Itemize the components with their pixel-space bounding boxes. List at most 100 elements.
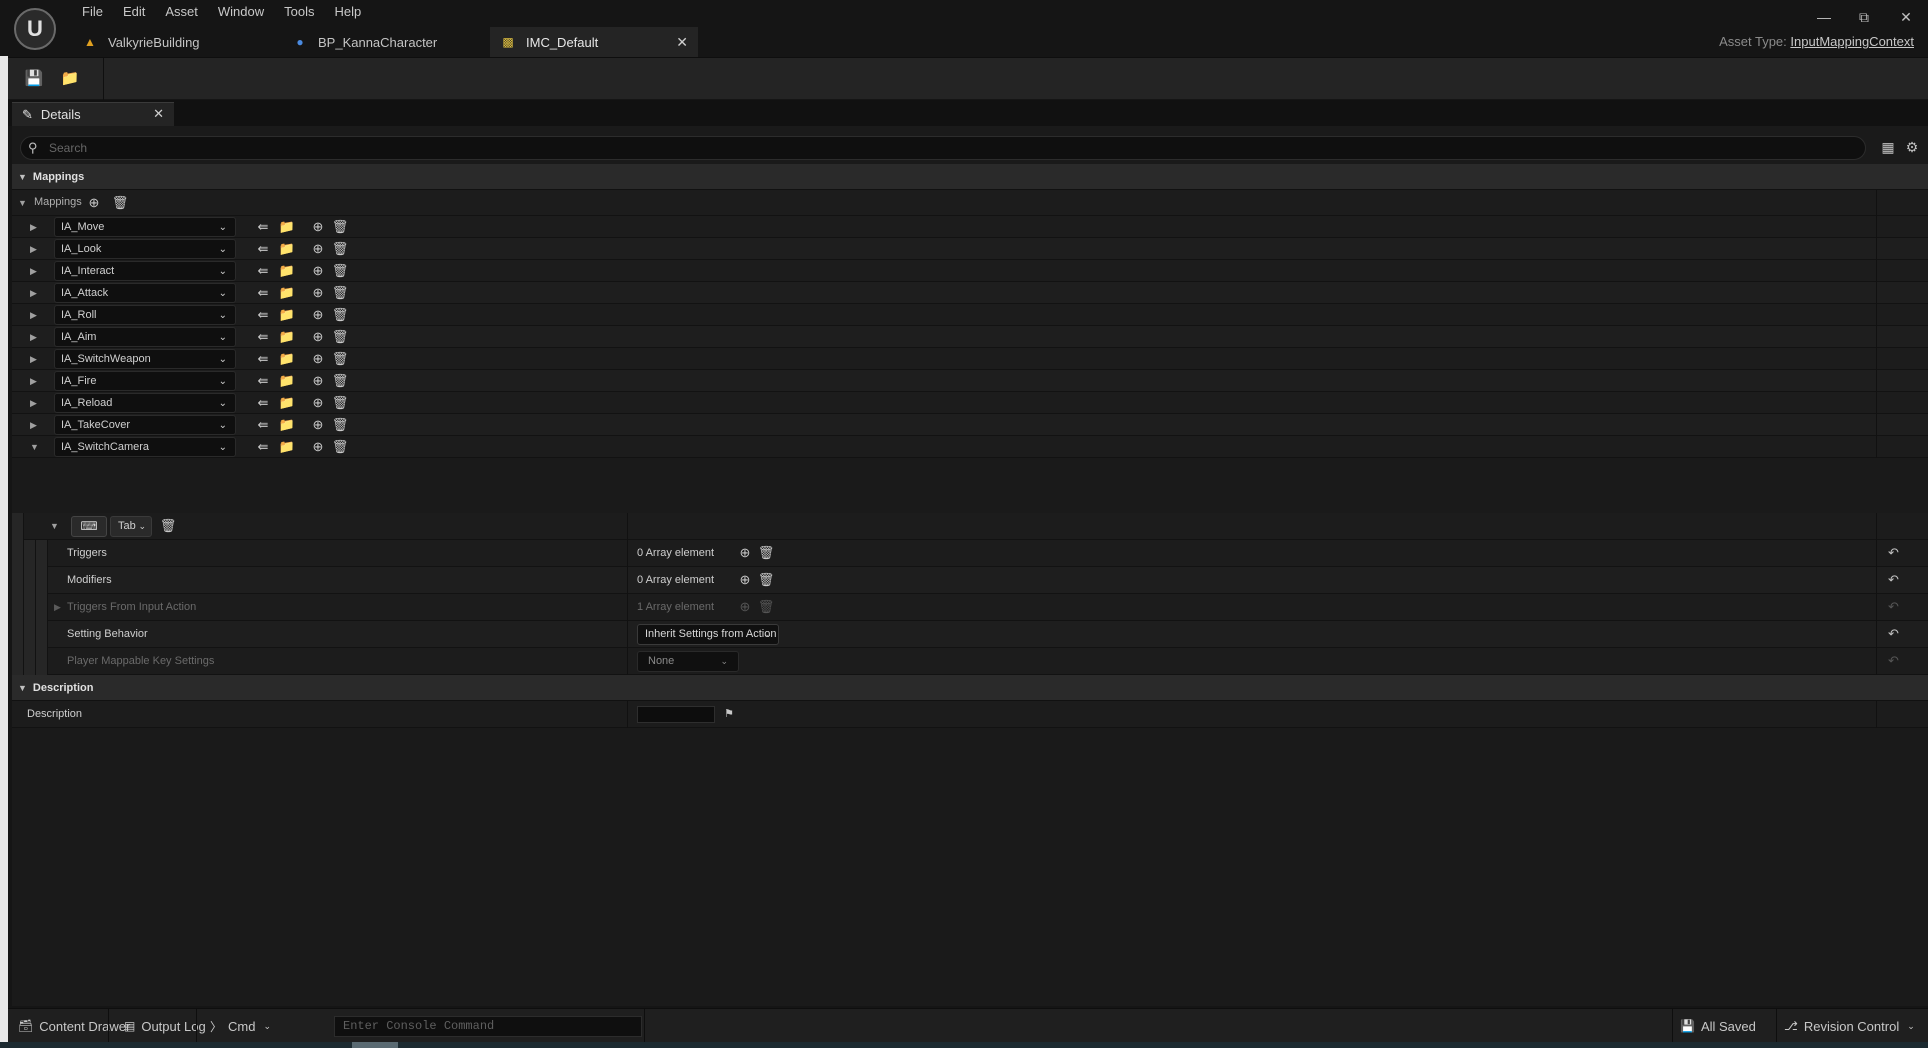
expand-icon[interactable]: ▶ xyxy=(30,310,37,321)
player-mappable-dropdown[interactable]: None ⌄ xyxy=(637,651,739,672)
expand-icon[interactable]: ▶ xyxy=(30,354,37,365)
description-section-header[interactable]: ▼ Description xyxy=(12,675,1928,701)
add-mapping-icon[interactable]: ⊕ xyxy=(85,194,103,212)
expand-icon[interactable]: ▶ xyxy=(54,602,61,613)
expand-icon[interactable]: ▶ xyxy=(30,332,37,343)
localization-flag-icon[interactable]: ⚑ xyxy=(720,705,738,723)
input-action-selector[interactable]: IA_Attack ⌄ xyxy=(54,283,236,303)
tab-imc-default[interactable]: ▩ IMC_Default ✕ xyxy=(490,27,698,57)
use-selected-icon[interactable]: ⇚ xyxy=(254,262,272,280)
use-selected-icon[interactable]: ⇚ xyxy=(254,284,272,302)
browse-icon[interactable]: 📁 xyxy=(278,218,296,236)
expand-icon[interactable]: ▶ xyxy=(30,222,37,233)
menu-tools[interactable]: Tools xyxy=(274,3,324,21)
expand-icon[interactable]: ▶ xyxy=(30,244,37,255)
key-selector[interactable]: Tab ⌄ xyxy=(110,516,152,537)
expand-icon[interactable]: ▶ xyxy=(30,266,37,277)
close-window-button[interactable]: ✕ xyxy=(1890,6,1922,28)
expand-icon[interactable]: ▶ xyxy=(30,376,37,387)
browse-icon[interactable]: 📁 xyxy=(278,394,296,412)
menu-help[interactable]: Help xyxy=(324,3,371,21)
scrollbar-thumb[interactable] xyxy=(352,1042,398,1048)
delete-all-icon[interactable]: 🗑 xyxy=(111,194,129,212)
mappings-section-header[interactable]: ▼ Mappings xyxy=(12,164,1928,190)
browse-icon[interactable]: 📁 xyxy=(278,438,296,456)
collapse-icon[interactable]: ▼ xyxy=(50,521,59,531)
content-drawer-button[interactable]: 🗃 Content Drawer xyxy=(18,1009,130,1043)
tab-bp-kannacharacter[interactable]: ● BP_KannaCharacter xyxy=(282,27,490,57)
delete-icon[interactable]: 🗑 xyxy=(331,328,349,346)
use-selected-icon[interactable]: ⇚ xyxy=(254,328,272,346)
reset-icon[interactable]: ↶ xyxy=(1888,653,1899,669)
asset-type-link[interactable]: InputMappingContext xyxy=(1790,34,1914,49)
add-key-icon[interactable]: ⊕ xyxy=(309,240,327,258)
input-action-selector[interactable]: IA_Look ⌄ xyxy=(54,239,236,259)
save-icon[interactable]: 💾 xyxy=(20,65,48,93)
add-key-icon[interactable]: ⊕ xyxy=(309,372,327,390)
collapse-icon[interactable]: ▼ xyxy=(30,442,39,452)
browse-icon[interactable]: 📁 xyxy=(278,350,296,368)
expand-icon[interactable]: ▶ xyxy=(30,288,37,299)
input-action-selector[interactable]: IA_Aim ⌄ xyxy=(54,327,236,347)
add-modifier-icon[interactable]: ⊕ xyxy=(736,571,754,589)
use-selected-icon[interactable]: ⇚ xyxy=(254,306,272,324)
horizontal-scrollbar[interactable] xyxy=(0,1042,1928,1048)
input-action-selector[interactable]: IA_Reload ⌄ xyxy=(54,393,236,413)
use-selected-icon[interactable]: ⇚ xyxy=(254,372,272,390)
delete-icon[interactable]: 🗑 xyxy=(331,438,349,456)
delete-icon[interactable]: 🗑 xyxy=(757,544,775,562)
menu-file[interactable]: File xyxy=(72,3,113,21)
browse-icon[interactable]: 📁 xyxy=(278,372,296,390)
delete-icon[interactable]: 🗑 xyxy=(331,284,349,302)
delete-icon[interactable]: 🗑 xyxy=(331,306,349,324)
delete-icon[interactable]: 🗑 xyxy=(159,517,177,535)
unreal-logo-icon[interactable]: U xyxy=(14,8,56,50)
delete-icon[interactable]: 🗑 xyxy=(331,262,349,280)
delete-icon[interactable]: 🗑 xyxy=(331,372,349,390)
input-action-selector[interactable]: IA_Roll ⌄ xyxy=(54,305,236,325)
cmd-button[interactable]: 〉 Cmd ⌄ xyxy=(210,1009,271,1043)
add-key-icon[interactable]: ⊕ xyxy=(309,306,327,324)
delete-icon[interactable]: 🗑 xyxy=(331,416,349,434)
delete-icon[interactable]: 🗑 xyxy=(331,394,349,412)
browse-icon[interactable]: 📁 xyxy=(278,262,296,280)
setting-behavior-dropdown[interactable]: Inherit Settings from Action ⌄ xyxy=(637,624,779,645)
input-action-selector[interactable]: IA_SwitchCamera ⌄ xyxy=(54,437,236,457)
use-selected-icon[interactable]: ⇚ xyxy=(254,218,272,236)
use-selected-icon[interactable]: ⇚ xyxy=(254,240,272,258)
input-action-selector[interactable]: IA_SwitchWeapon ⌄ xyxy=(54,349,236,369)
console-input[interactable]: Enter Console Command xyxy=(334,1016,642,1037)
add-key-icon[interactable]: ⊕ xyxy=(309,438,327,456)
delete-icon[interactable]: 🗑 xyxy=(331,350,349,368)
keyboard-icon[interactable]: ⌨ xyxy=(71,516,107,537)
close-icon[interactable]: ✕ xyxy=(153,106,164,122)
use-selected-icon[interactable]: ⇚ xyxy=(254,394,272,412)
search-input[interactable]: ⚲ Search xyxy=(20,136,1866,160)
output-log-button[interactable]: ▤ Output Log xyxy=(124,1009,206,1043)
input-action-selector[interactable]: IA_TakeCover ⌄ xyxy=(54,415,236,435)
delete-icon[interactable]: 🗑 xyxy=(757,571,775,589)
browse-icon[interactable]: 📁 xyxy=(278,416,296,434)
menu-edit[interactable]: Edit xyxy=(113,3,155,21)
reset-icon[interactable]: ↶ xyxy=(1888,545,1899,561)
revision-control-button[interactable]: ⎇ Revision Control ⌄ xyxy=(1784,1009,1915,1043)
input-action-selector[interactable]: IA_Fire ⌄ xyxy=(54,371,236,391)
all-saved-button[interactable]: 💾 All Saved xyxy=(1680,1009,1756,1043)
add-key-icon[interactable]: ⊕ xyxy=(309,350,327,368)
add-key-icon[interactable]: ⊕ xyxy=(309,262,327,280)
description-field[interactable] xyxy=(637,706,715,723)
collapse-icon[interactable]: ▼ xyxy=(18,198,27,208)
add-trigger-icon[interactable]: ⊕ xyxy=(736,544,754,562)
menu-window[interactable]: Window xyxy=(208,3,274,21)
add-key-icon[interactable]: ⊕ xyxy=(309,218,327,236)
delete-icon[interactable]: 🗑 xyxy=(331,218,349,236)
delete-icon[interactable]: 🗑 xyxy=(331,240,349,258)
use-selected-icon[interactable]: ⇚ xyxy=(254,438,272,456)
input-action-selector[interactable]: IA_Move ⌄ xyxy=(54,217,236,237)
input-action-selector[interactable]: IA_Interact ⌄ xyxy=(54,261,236,281)
browse-icon[interactable]: 📁 xyxy=(278,328,296,346)
add-key-icon[interactable]: ⊕ xyxy=(309,284,327,302)
close-tab-icon[interactable]: ✕ xyxy=(676,34,688,51)
use-selected-icon[interactable]: ⇚ xyxy=(254,416,272,434)
table-view-icon[interactable]: ▦ xyxy=(1878,137,1898,157)
